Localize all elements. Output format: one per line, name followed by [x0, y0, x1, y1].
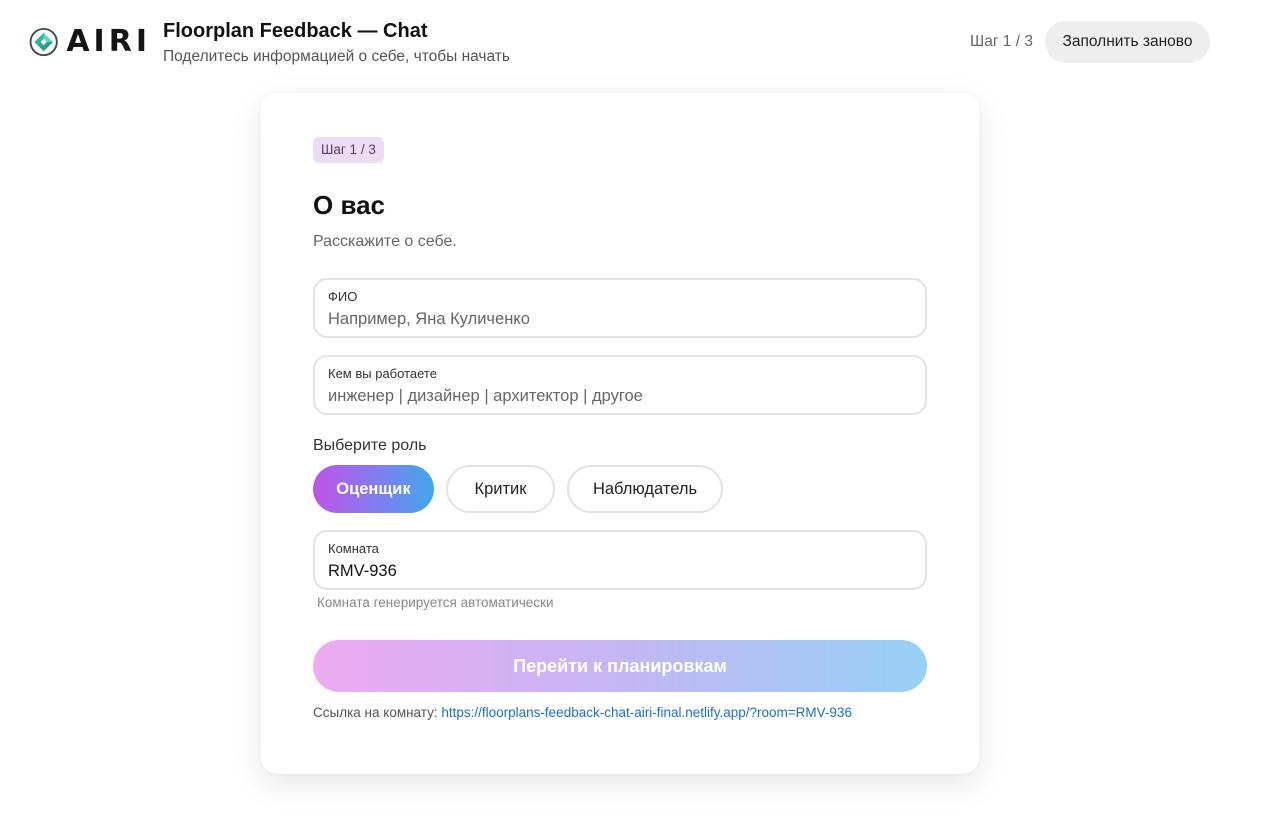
reset-button[interactable]: Заполнить заново [1045, 21, 1210, 63]
room-link-prefix: Ссылка на комнату: [313, 705, 438, 720]
role-button-critic[interactable]: Критик [446, 465, 555, 513]
airi-logo: AIRI [29, 23, 151, 61]
room-link[interactable]: https://floorplans-feedback-chat-airi-fi… [441, 705, 852, 720]
step-badge: Шаг 1 / 3 [313, 137, 384, 163]
role-button-observer[interactable]: Наблюдатель [567, 465, 723, 513]
room-field: Комната [313, 530, 927, 590]
room-hint: Комната генерируется автоматически [317, 595, 554, 610]
step-indicator: Шаг 1 / 3 [970, 33, 1033, 50]
name-field: ФИО [313, 278, 927, 338]
name-field-label: ФИО [328, 289, 358, 304]
title-block: Floorplan Feedback — Chat Поделитесь инф… [163, 19, 510, 67]
role-button-assessor[interactable]: Оценщик [313, 465, 434, 513]
job-input[interactable] [328, 385, 912, 407]
page-title: Floorplan Feedback — Chat [163, 20, 428, 42]
name-input[interactable] [328, 308, 912, 330]
app-root: AIRI Floorplan Feedback — Chat Поделитес… [0, 0, 1280, 819]
room-field-label: Комната [328, 541, 379, 556]
page-subtitle: Поделитесь информацией о себе, чтобы нач… [163, 48, 510, 65]
airi-logo-icon [29, 27, 58, 57]
section-description: Расскажите о себе. [313, 233, 457, 250]
room-link-row: Ссылка на комнату: https://floorplans-fe… [313, 705, 852, 721]
onboarding-card: Шаг 1 / 3 О вас Расскажите о себе. ФИО К… [261, 93, 979, 774]
section-title: О вас [313, 190, 386, 220]
job-field-label: Кем вы работаете [328, 366, 437, 381]
header: AIRI Floorplan Feedback — Chat Поделитес… [0, 0, 1280, 84]
room-input[interactable] [328, 560, 912, 582]
logo-text: AIRI [66, 24, 151, 59]
go-to-floorplans-button[interactable]: Перейти к планировкам [313, 640, 927, 692]
job-field: Кем вы работаете [313, 355, 927, 415]
role-label: Выберите роль [313, 437, 427, 454]
